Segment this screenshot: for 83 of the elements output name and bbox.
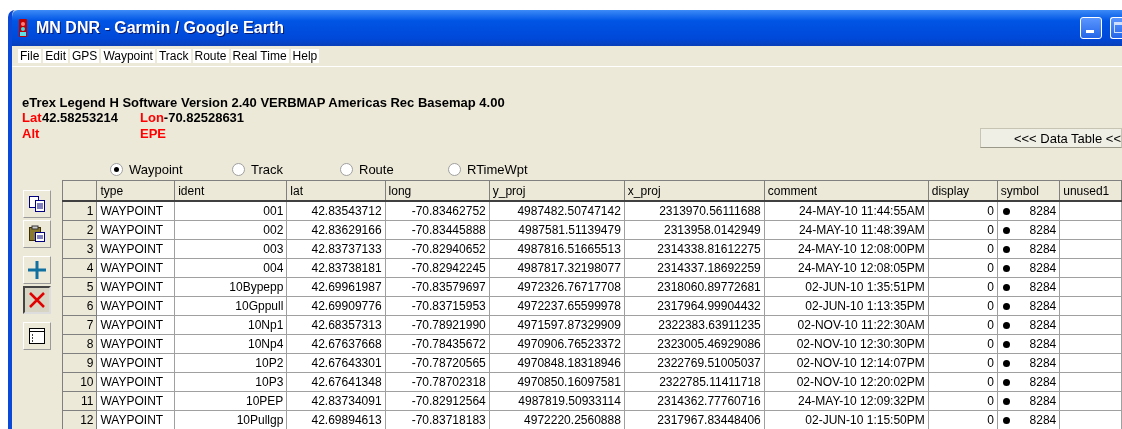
radio-button[interactable]	[448, 162, 461, 176]
symbol-value: 8284	[1029, 392, 1057, 410]
symbol-value: 8284	[1029, 202, 1057, 220]
lat-label: Lat	[22, 110, 42, 126]
dot-icon	[1002, 359, 1010, 367]
traffic-light-icon	[18, 19, 28, 37]
dot-icon	[1002, 264, 1010, 272]
menu-item[interactable]: Edit	[43, 49, 69, 63]
radio-label[interactable]: Waypoint	[129, 161, 183, 177]
lon-value: -70.82528631	[163, 110, 245, 126]
lat-value: 42.58253214	[42, 110, 119, 126]
symbol-value: 8284	[1029, 316, 1057, 334]
device-info: eTrex Legend H Software Version 2.40 VERBMAP Americas Rec Basemap 4.00	[22, 95, 505, 110]
column-header[interactable]: type	[97, 180, 175, 201]
menu-item[interactable]: Track	[156, 49, 191, 63]
menu-item[interactable]: Waypoint	[101, 49, 155, 63]
copy-button[interactable]	[23, 190, 51, 218]
symbol-value: 8284	[1029, 335, 1057, 353]
row-number: 6	[62, 296, 97, 316]
symbol-value: 8284	[1029, 221, 1057, 239]
delete-icon	[27, 290, 47, 310]
epe-label: EPE	[140, 126, 166, 142]
add-button[interactable]	[23, 256, 51, 284]
column-header[interactable]: unused1	[1059, 180, 1122, 201]
list-button[interactable]	[23, 322, 51, 350]
menu-item[interactable]: Route	[192, 49, 229, 63]
row-number: 7	[62, 315, 97, 335]
plus-icon	[27, 260, 47, 280]
dot-icon	[1002, 416, 1010, 424]
dot-icon	[1002, 283, 1010, 291]
column-header[interactable]: symbol	[997, 180, 1060, 201]
radio-label[interactable]: Track	[251, 161, 284, 177]
radio-button[interactable]	[340, 162, 353, 176]
dot-icon	[1002, 207, 1010, 215]
row-number: 9	[62, 353, 97, 373]
symbol-value: 8284	[1029, 278, 1057, 296]
column-header[interactable]: x_proj	[624, 180, 765, 201]
data-table-button[interactable]: <<< Data Table <<	[980, 128, 1122, 148]
row-number: 4	[62, 258, 97, 278]
dot-icon	[1002, 397, 1010, 405]
symbol-value: 8284	[1029, 411, 1057, 429]
column-header[interactable]: y_proj	[489, 180, 625, 201]
alt-label: Alt	[22, 126, 41, 142]
menu-item[interactable]: Help	[290, 49, 320, 63]
lon-label: Lon	[140, 110, 164, 126]
maximize-button[interactable]	[1110, 17, 1122, 39]
dot-icon	[1002, 378, 1010, 386]
column-header[interactable]: ident	[174, 180, 287, 201]
copy-icon	[28, 195, 46, 213]
minimize-button[interactable]	[1080, 17, 1102, 39]
paste-button[interactable]	[23, 220, 51, 248]
symbol-value: 8284	[1029, 373, 1057, 391]
dot-icon	[1002, 340, 1010, 348]
column-header[interactable]: comment	[764, 180, 929, 201]
menu-item[interactable]: GPS	[70, 49, 100, 63]
radio-label[interactable]: Route	[359, 161, 394, 177]
menu-item[interactable]: File	[18, 49, 42, 63]
row-number: 2	[62, 220, 97, 240]
symbol-value: 8284	[1029, 297, 1057, 315]
symbol-value: 8284	[1029, 259, 1057, 277]
row-number: 8	[62, 334, 97, 354]
symbol-value: 8284	[1029, 354, 1057, 372]
paste-icon	[28, 225, 46, 243]
window-title: MN DNR - Garmin / Google Earth	[36, 19, 284, 37]
dot-icon	[1002, 245, 1010, 253]
row-number: 1	[62, 201, 97, 221]
dot-icon	[1002, 321, 1010, 329]
delete-button[interactable]	[23, 286, 51, 314]
dot-icon	[1002, 226, 1010, 234]
radio-button[interactable]	[110, 162, 123, 176]
menu-item[interactable]: Real Time	[230, 49, 289, 63]
column-header[interactable]: long	[385, 180, 490, 201]
row-number: 10	[62, 372, 97, 392]
column-header[interactable]: display	[928, 180, 998, 201]
radio-label[interactable]: RTimeWpt	[467, 161, 528, 177]
row-number: 5	[62, 277, 97, 297]
row-number: 3	[62, 239, 97, 259]
symbol-value: 8284	[1029, 240, 1057, 258]
row-number: 11	[62, 391, 97, 411]
column-header[interactable]: lat	[286, 180, 386, 201]
dot-icon	[1002, 302, 1010, 310]
list-icon	[28, 327, 46, 345]
radio-button[interactable]	[232, 162, 245, 176]
